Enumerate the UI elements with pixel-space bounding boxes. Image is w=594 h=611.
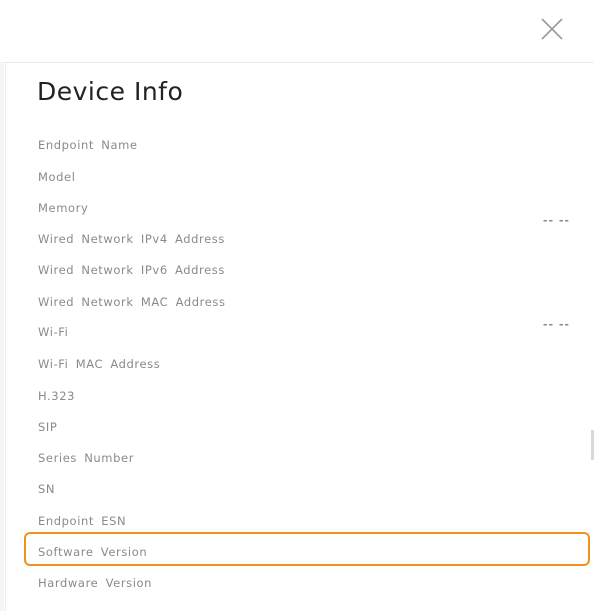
field-label-wired-mac: Wired Network MAC Address bbox=[38, 295, 226, 309]
device-info-page: Device Info Endpoint Name Model Memory -… bbox=[0, 0, 594, 611]
close-icon bbox=[541, 18, 563, 40]
field-label-hardware-version: Hardware Version bbox=[38, 576, 153, 590]
field-label-wired-ipv6: Wired Network IPv6 Address bbox=[38, 263, 225, 277]
dialog-header-bar bbox=[0, 0, 594, 63]
field-label-model: Model bbox=[38, 170, 76, 184]
field-label-wifi-mac: Wi-Fi MAC Address bbox=[38, 357, 161, 371]
field-value-wifi: -- -- bbox=[542, 318, 570, 331]
field-label-wifi: Wi-Fi bbox=[38, 325, 69, 339]
field-label-h323: H.323 bbox=[38, 389, 76, 403]
field-label-wired-ipv4: Wired Network IPv4 Address bbox=[38, 232, 225, 246]
field-value-memory: -- -- bbox=[542, 214, 570, 227]
software-version-highlight bbox=[24, 532, 590, 566]
field-label-sip: SIP bbox=[38, 420, 58, 434]
backdrop-edge bbox=[0, 62, 4, 611]
field-label-endpoint-esn: Endpoint ESN bbox=[38, 514, 127, 528]
close-button[interactable] bbox=[539, 16, 565, 42]
device-info-dialog: Device Info Endpoint Name Model Memory -… bbox=[5, 63, 590, 611]
field-label-endpoint-name: Endpoint Name bbox=[38, 138, 138, 152]
dialog-title: Device Info bbox=[37, 77, 184, 106]
field-label-sn: SN bbox=[38, 482, 56, 496]
field-label-memory: Memory bbox=[38, 201, 89, 215]
field-label-series-number: Series Number bbox=[38, 451, 135, 465]
